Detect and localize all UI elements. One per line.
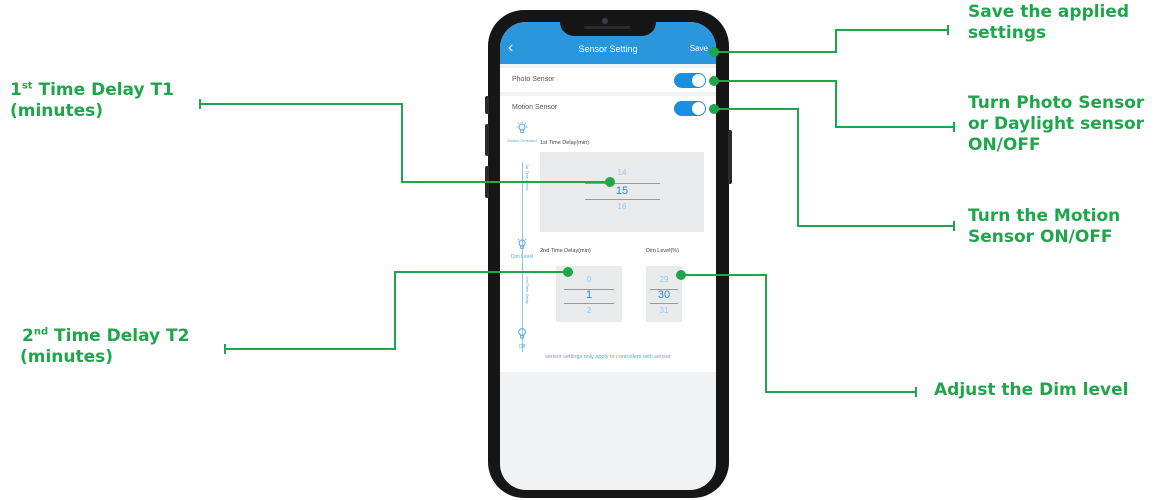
picker-value-next: 16	[617, 202, 627, 211]
annotation-photo-line-2: or Daylight sensor	[968, 114, 1145, 134]
leader-photo	[714, 80, 954, 128]
save-button[interactable]: Save	[690, 44, 708, 53]
sensor-footnote: sensor settings only apply to controller…	[545, 354, 671, 360]
picker-value-prev: 0	[586, 275, 592, 284]
dim-level-picker[interactable]: 29 30 31	[646, 266, 682, 322]
annotation-second-delay-unit: (minutes)	[20, 347, 114, 367]
toggle-knob	[692, 74, 705, 87]
picker-divider	[585, 183, 660, 184]
stage-caption-off: Off	[518, 344, 526, 350]
bulb-off-icon	[518, 328, 526, 339]
phone-notch	[560, 14, 656, 36]
annotation-second-delay-rest: Time Delay T2	[48, 326, 190, 346]
picker-divider	[564, 303, 614, 304]
annotation-dim-level: Adjust the Dim level	[934, 380, 1129, 400]
annotation-second-delay-lead: 2	[22, 326, 34, 346]
phone-power-button	[728, 130, 732, 184]
picker-value-next: 2	[586, 306, 592, 315]
bulb-bright-icon	[516, 121, 528, 133]
leader-save	[714, 29, 948, 53]
picker-value-next: 31	[659, 306, 669, 315]
stage-caption-motion: Motion Detected	[507, 138, 537, 143]
stage-caption-second-delay: 2nd Time Delay	[525, 276, 530, 304]
annotation-motion-sensor: Turn the Motion Sensor ON/OFF	[968, 206, 1120, 248]
second-delay-value: 1	[585, 289, 593, 301]
camera-icon	[602, 18, 608, 24]
second-delay-label: 2nd Time Delay(min)	[540, 248, 591, 254]
picker-value-prev: 29	[659, 275, 669, 284]
annotation-save: Save the applied settings	[968, 2, 1130, 43]
annotation-first-delay-rest: Time Delay T1	[32, 80, 174, 100]
motion-sensor-label: Motion Sensor	[512, 104, 558, 111]
first-delay-value: 15	[615, 185, 629, 197]
annotation-first-delay-sup: st	[21, 80, 33, 92]
motion-sensor-toggle[interactable]	[674, 101, 706, 116]
bulb-dim-icon	[517, 238, 527, 249]
annotation-first-delay-lead: 1	[10, 80, 22, 100]
toggle-knob	[692, 102, 705, 115]
phone-volume-up-button	[485, 124, 489, 156]
page-title: Sensor Setting	[578, 44, 638, 54]
second-delay-picker[interactable]: 0 1 2	[556, 266, 622, 322]
annotation-motion-line-1: Turn the Motion	[968, 206, 1121, 226]
phone-volume-down-button	[485, 166, 489, 198]
annotation-second-delay: 2nd Time Delay T2 (minutes)	[20, 326, 190, 368]
stage-caption-first-delay: 1st Time Delay	[525, 164, 530, 191]
speaker-grille	[584, 26, 630, 29]
photo-sensor-label: Photo Sensor	[512, 76, 555, 83]
phone-side-button	[485, 96, 489, 114]
annotation-photo-sensor: Turn Photo Sensor or Daylight sensor ON/…	[968, 93, 1144, 156]
phone-screen: ‹ Sensor Setting Save Photo Sensor Motio…	[500, 22, 716, 490]
annotation-second-delay-sup: nd	[33, 326, 49, 338]
first-delay-label: 1st Time Delay(min)	[540, 140, 589, 146]
annotation-motion-line-2: Sensor ON/OFF	[968, 227, 1113, 247]
picker-value-prev: 14	[617, 168, 627, 177]
photo-sensor-toggle[interactable]	[674, 73, 706, 88]
annotation-first-delay-unit: (minutes)	[10, 101, 104, 121]
dim-level-label: Dim Level(%)	[646, 248, 680, 254]
annotation-first-delay: 1st Time Delay T1 (minutes)	[10, 80, 174, 122]
annotation-photo-line-1: Turn Photo Sensor	[968, 93, 1145, 113]
leader-motion	[714, 108, 954, 227]
stage-caption-dim: Dim Level	[510, 254, 534, 260]
dim-level-value: 30	[657, 289, 671, 301]
motion-schedule-panel: Motion Detected 1st Time Delay 1st Time …	[500, 116, 716, 372]
photo-sensor-row: Photo Sensor	[500, 68, 716, 92]
picker-divider	[585, 199, 660, 200]
first-delay-picker[interactable]: 14 15 16	[540, 152, 704, 232]
annotation-photo-line-3: ON/OFF	[968, 135, 1041, 155]
picker-divider	[650, 303, 678, 304]
